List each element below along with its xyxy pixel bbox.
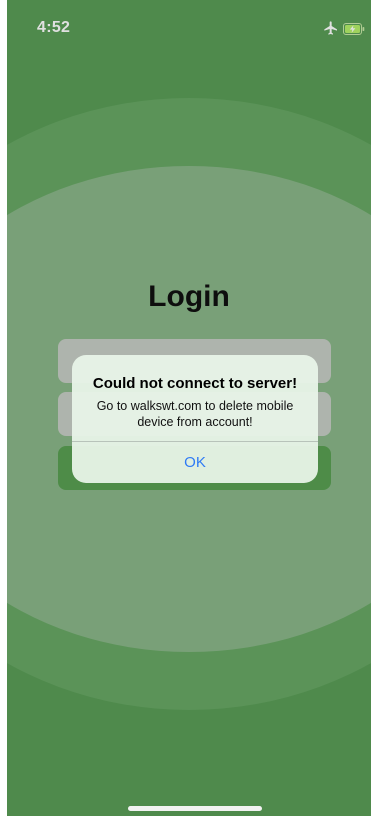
alert-title: Could not connect to server!: [92, 375, 298, 392]
ok-button[interactable]: OK: [72, 442, 318, 483]
app-screen: 4:52 Login Could not connect to server! …: [7, 0, 371, 816]
alert-message: Go to walkswt.com to delete mobile devic…: [96, 399, 294, 429]
home-indicator[interactable]: [128, 806, 262, 811]
alert-dialog: Could not connect to server! Go to walks…: [72, 355, 318, 483]
